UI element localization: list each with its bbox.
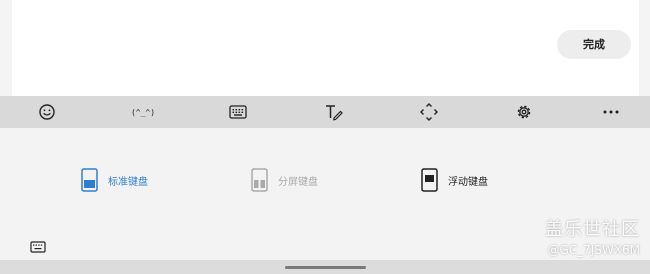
move-arrows-icon [420, 103, 438, 121]
text-style-button[interactable] [318, 96, 350, 128]
text-pen-icon [326, 105, 343, 121]
more-options-button[interactable] [595, 96, 627, 128]
standard-keyboard-icon [81, 168, 98, 192]
watermark-user: @GC_7JSWX6M [547, 243, 640, 257]
standard-keyboard-option[interactable]: 标准键盘 [81, 168, 148, 192]
split-keyboard-label: 分屏键盘 [278, 176, 318, 188]
text-area-background: 完成 [0, 0, 650, 96]
smiley-icon [39, 104, 55, 120]
emoji-button[interactable] [31, 96, 63, 128]
more-dots-icon [603, 110, 619, 114]
kaomoji-label: (^_^) [130, 107, 156, 117]
settings-button[interactable] [508, 96, 540, 128]
kaomoji-button[interactable]: (^_^) [127, 96, 159, 128]
floating-keyboard-icon [421, 168, 438, 192]
split-keyboard-option[interactable]: 分屏键盘 [251, 168, 318, 192]
split-keyboard-icon [251, 168, 268, 192]
floating-keyboard-label: 浮动键盘 [448, 176, 488, 188]
watermark: 盖乐世社区 @GC_7JSWX6M [545, 220, 640, 258]
standard-keyboard-label: 标准键盘 [108, 176, 148, 188]
keyboard-icon [229, 105, 247, 119]
home-indicator[interactable] [285, 266, 366, 269]
keyboard-toolbar: (^_^) [0, 96, 650, 128]
show-keyboard-button[interactable] [30, 238, 46, 257]
floating-keyboard-option[interactable]: 浮动键盘 [421, 168, 488, 192]
navigation-bar [0, 260, 650, 274]
done-button[interactable]: 完成 [557, 30, 631, 59]
keyboard-mode-button[interactable] [222, 96, 254, 128]
gear-icon [517, 105, 531, 119]
move-keyboard-button[interactable] [413, 96, 445, 128]
keyboard-icon [30, 241, 46, 253]
watermark-site: 盖乐世社区 [545, 219, 640, 240]
text-input-area[interactable] [12, 0, 639, 96]
